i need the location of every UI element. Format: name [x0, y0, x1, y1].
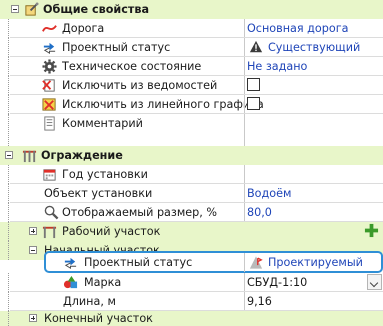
property-row-road[interactable]: Дорога Основная дорога	[0, 19, 383, 38]
property-value[interactable]: Водоём	[247, 184, 383, 203]
property-value[interactable]: 9,16	[247, 292, 383, 311]
property-row-install-year[interactable]: Год установки	[0, 165, 383, 184]
property-label: Проектный статус	[62, 41, 171, 54]
property-label: Год установки	[62, 168, 148, 181]
property-row-length[interactable]: Длина, м 9,16	[0, 292, 383, 311]
collapse-general-toggle[interactable]	[11, 5, 19, 13]
property-label: Проектный статус	[84, 256, 193, 269]
property-row-start-status[interactable]: Проектный статус Проектируемый	[0, 253, 383, 272]
property-label: Марка	[84, 276, 122, 289]
gear-icon	[42, 59, 57, 74]
expand-end-toggle[interactable]	[29, 314, 37, 322]
property-value[interactable]: 80,0	[247, 203, 383, 222]
exclude-list-icon	[42, 79, 55, 92]
shapes-icon	[63, 275, 78, 289]
exclude-chart-checkbox[interactable]	[247, 97, 260, 110]
property-value[interactable]: Проектируемый	[247, 253, 383, 272]
category-general-title: Общие свойства	[43, 3, 149, 16]
category-fence[interactable]: Ограждение	[0, 146, 383, 165]
comment-icon	[44, 116, 55, 131]
property-row-comment[interactable]: Комментарий	[0, 114, 383, 146]
property-value[interactable]: Основная дорога	[247, 19, 383, 38]
section-end[interactable]: Конечный участок	[0, 311, 383, 326]
section-end-title: Конечный участок	[44, 312, 153, 325]
property-row-display-size[interactable]: Отображаемый размер, % 80,0	[0, 203, 383, 222]
property-row-tech-state[interactable]: Техническое состояние Не задано	[0, 57, 383, 76]
property-value[interactable]: СБУД-1:10	[247, 273, 383, 292]
property-row-install-object[interactable]: Объект установки Водоём	[0, 184, 383, 203]
property-label: Исключить из линейного графика	[62, 98, 264, 111]
fence-icon	[22, 150, 37, 163]
section-work[interactable]: Рабочий участок	[0, 222, 383, 241]
property-label: Дорога	[62, 22, 105, 35]
property-label: Комментарий	[62, 117, 143, 130]
start-status-value: Проектируемый	[268, 256, 363, 269]
property-label: Исключить из ведомостей	[62, 79, 218, 92]
comment-value[interactable]	[247, 114, 383, 133]
fence-small-icon	[42, 226, 57, 239]
property-label: Длина, м	[63, 295, 116, 308]
category-fence-title: Ограждение	[41, 149, 123, 162]
exclude-lists-checkbox[interactable]	[247, 78, 260, 91]
properties-tool-icon	[25, 2, 39, 16]
property-grid: Общие свойства Дорога Основная дорога Пр…	[0, 0, 383, 326]
design-status-icon	[249, 256, 263, 269]
category-general[interactable]: Общие свойства	[0, 0, 383, 19]
calendar-icon	[43, 169, 56, 181]
property-label: Техническое состояние	[62, 60, 202, 73]
brand-dropdown-button[interactable]	[367, 274, 382, 290]
status-arrows-icon	[64, 257, 77, 269]
property-label: Объект установки	[44, 187, 153, 200]
property-row-brand[interactable]: Марка СБУД-1:10	[0, 273, 383, 292]
section-work-title: Рабочий участок	[62, 225, 161, 238]
road-curve-icon	[42, 25, 57, 32]
plus-icon[interactable]	[364, 223, 379, 238]
property-value[interactable]	[247, 165, 383, 184]
property-value[interactable]: Существующий	[247, 38, 383, 57]
warning-triangle-icon	[249, 40, 263, 53]
magnifier-icon	[44, 205, 59, 220]
property-row-exclude-chart[interactable]: Исключить из линейного графика	[0, 95, 383, 114]
property-value[interactable]: Не задано	[247, 57, 383, 76]
exclude-chart-icon	[42, 98, 56, 111]
property-row-project-status[interactable]: Проектный статус Существующий	[0, 38, 383, 57]
project-status-value: Существующий	[268, 41, 361, 54]
status-arrows-icon	[43, 42, 56, 54]
expand-work-toggle[interactable]	[29, 227, 37, 235]
collapse-fence-toggle[interactable]	[5, 151, 13, 159]
property-label: Отображаемый размер, %	[62, 206, 218, 219]
property-row-exclude-lists[interactable]: Исключить из ведомостей	[0, 76, 383, 95]
